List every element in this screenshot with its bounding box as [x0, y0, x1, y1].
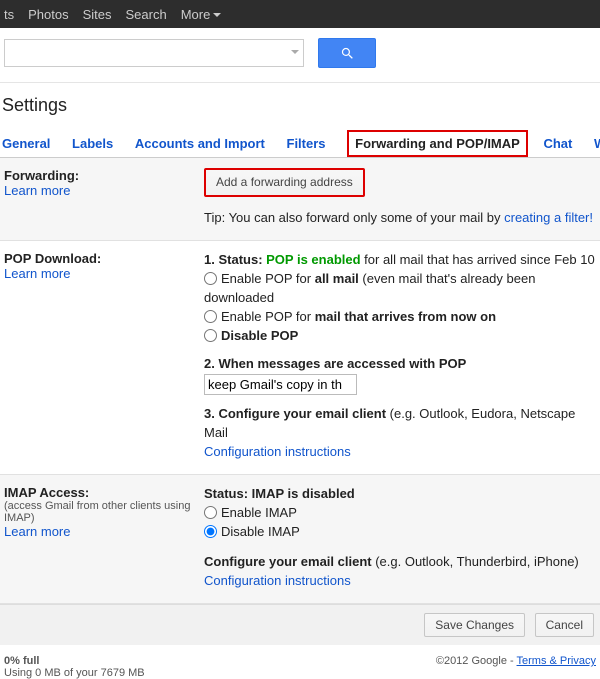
- create-filter-link[interactable]: creating a filter!: [504, 210, 593, 225]
- forwarding-section: Forwarding: Learn more Add a forwarding …: [0, 158, 600, 241]
- topnav-item[interactable]: Search: [126, 7, 167, 22]
- imap-enable-radio[interactable]: [204, 506, 217, 519]
- tab-chat[interactable]: Chat: [543, 130, 572, 157]
- tab-labels[interactable]: Labels: [72, 130, 113, 157]
- topnav-more[interactable]: More: [181, 7, 222, 22]
- pop-status: POP is enabled: [266, 252, 360, 267]
- settings-tabs: General Labels Accounts and Import Filte…: [0, 130, 600, 158]
- top-nav: ts Photos Sites Search More: [0, 0, 600, 28]
- page-title: Settings: [0, 83, 600, 130]
- chevron-down-icon: [213, 13, 221, 17]
- search-bar: [0, 28, 600, 82]
- search-button[interactable]: [318, 38, 376, 68]
- pop-enable-all-radio[interactable]: [204, 272, 217, 285]
- footer-buttons: Save Changes Cancel: [0, 604, 600, 645]
- tab-webclips[interactable]: Web Clips: [594, 130, 600, 157]
- imap-section: IMAP Access: (access Gmail from other cl…: [0, 475, 600, 604]
- search-input[interactable]: [4, 39, 304, 67]
- cancel-button[interactable]: Cancel: [535, 613, 594, 637]
- pop-heading: POP Download:: [4, 251, 204, 266]
- imap-heading: IMAP Access:: [4, 485, 204, 500]
- storage-footer: 0% full Using 0 MB of your 7679 MB ©2012…: [0, 645, 600, 679]
- imap-disable-radio[interactable]: [204, 525, 217, 538]
- search-icon: [340, 46, 355, 61]
- pop-enable-fromnow-radio[interactable]: [204, 310, 217, 323]
- pop-access-select[interactable]: [204, 374, 357, 395]
- pop-disable-radio[interactable]: [204, 329, 217, 342]
- tab-forwarding[interactable]: Forwarding and POP/IMAP: [347, 130, 528, 157]
- pop-learn-more-link[interactable]: Learn more: [4, 266, 70, 281]
- pop-config-instructions-link[interactable]: Configuration instructions: [204, 444, 351, 459]
- imap-subheading: (access Gmail from other clients using I…: [4, 500, 204, 524]
- copyright: ©2012 Google -: [436, 655, 517, 667]
- pop-section: POP Download: Learn more 1. Status: POP …: [0, 241, 600, 475]
- topnav-item[interactable]: Sites: [83, 7, 112, 22]
- imap-status: Status: IMAP is disabled: [204, 486, 355, 501]
- tab-general[interactable]: General: [2, 130, 50, 157]
- save-changes-button[interactable]: Save Changes: [424, 613, 525, 637]
- topnav-item[interactable]: ts: [4, 7, 14, 22]
- storage-percent: 0% full: [4, 655, 39, 667]
- storage-detail: Using 0 MB of your 7679 MB: [4, 667, 145, 679]
- tab-accounts[interactable]: Accounts and Import: [135, 130, 265, 157]
- topnav-item[interactable]: Photos: [28, 7, 68, 22]
- terms-link[interactable]: Terms & Privacy: [517, 655, 596, 667]
- imap-config-instructions-link[interactable]: Configuration instructions: [204, 573, 351, 588]
- forwarding-learn-more-link[interactable]: Learn more: [4, 183, 70, 198]
- forwarding-tip: Tip: You can also forward only some of y…: [204, 210, 504, 225]
- imap-learn-more-link[interactable]: Learn more: [4, 524, 70, 539]
- forwarding-heading: Forwarding:: [4, 168, 204, 183]
- chevron-down-icon[interactable]: [291, 50, 299, 54]
- tab-filters[interactable]: Filters: [287, 130, 326, 157]
- add-forwarding-address-button[interactable]: Add a forwarding address: [204, 168, 365, 197]
